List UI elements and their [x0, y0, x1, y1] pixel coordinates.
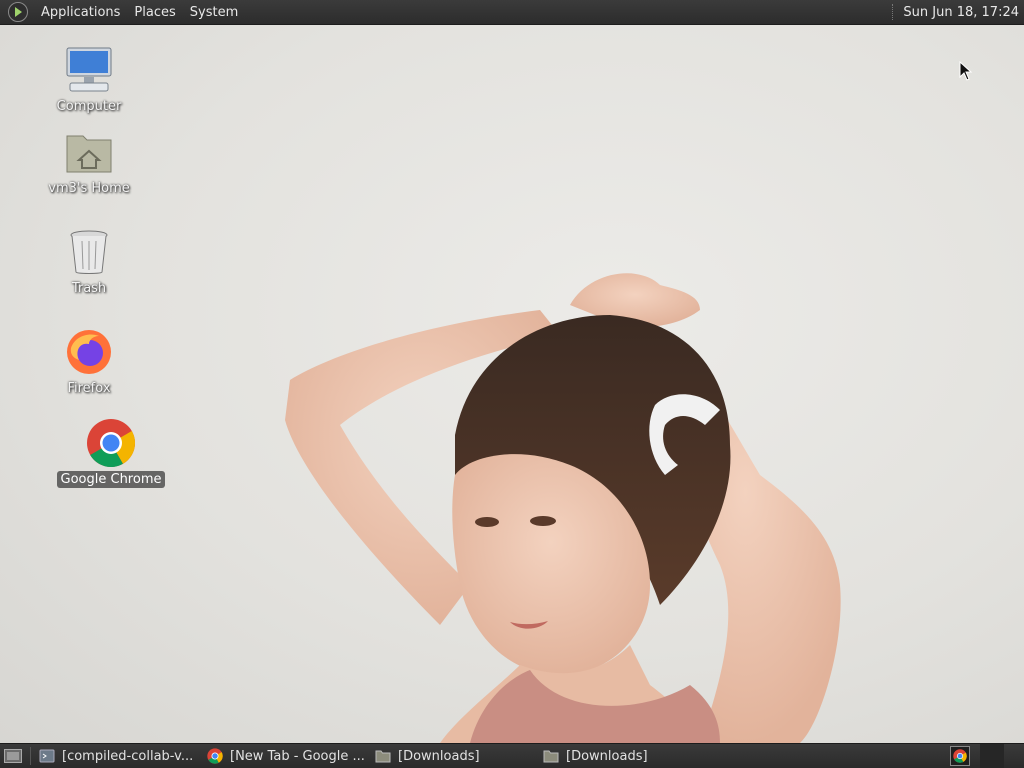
terminal-icon: [39, 748, 55, 764]
folder-icon: [375, 748, 391, 764]
show-desktop-icon: [4, 749, 22, 763]
taskbar-separator: [30, 747, 31, 765]
places-menu[interactable]: Places: [127, 5, 182, 20]
taskbar-item[interactable]: [Downloads]: [373, 745, 535, 767]
desktop-icon-label: Google Chrome: [56, 471, 166, 488]
system-tray: [950, 744, 1024, 768]
tray-chrome-icon[interactable]: [950, 746, 970, 766]
chrome-icon: [86, 418, 136, 468]
top-panel: Applications Places System Sun Jun 18, 1…: [0, 0, 1024, 25]
desktop[interactable]: Computer vm3's Home Trash Firefox Google…: [0, 25, 1024, 743]
desktop-icon-home[interactable]: vm3's Home: [34, 127, 144, 197]
desktop-icon-trash[interactable]: Trash: [34, 227, 144, 297]
desktop-icon-label: Firefox: [67, 381, 111, 396]
trash-icon: [64, 227, 114, 277]
computer-icon: [64, 45, 114, 95]
desktop-icon-chrome[interactable]: Google Chrome: [56, 418, 166, 488]
desktop-icon-label: Trash: [71, 281, 107, 296]
bottom-panel: [compiled-collab-v... [New Tab - Google …: [0, 743, 1024, 768]
taskbar-item[interactable]: [compiled-collab-v...: [37, 745, 199, 767]
taskbar-item-label: [Downloads]: [398, 748, 480, 764]
taskbar-item-label: [compiled-collab-v...: [62, 748, 194, 764]
wallpaper-image: [285, 273, 841, 743]
taskbar-item[interactable]: [Downloads]: [541, 745, 703, 767]
workspace-switcher[interactable]: [980, 744, 1004, 768]
firefox-icon: [64, 327, 114, 377]
applications-menu[interactable]: Applications: [34, 5, 127, 20]
taskbar-item-label: [New Tab - Google ...: [230, 748, 365, 764]
system-menu[interactable]: System: [183, 5, 245, 20]
show-desktop-button[interactable]: [2, 746, 24, 766]
desktop-icon-label: vm3's Home: [48, 181, 130, 196]
home-folder-icon: [64, 127, 114, 177]
desktop-icon-computer[interactable]: Computer: [34, 45, 144, 115]
taskbar-item[interactable]: [New Tab - Google ...: [205, 745, 367, 767]
clock[interactable]: Sun Jun 18, 17:24: [903, 5, 1024, 20]
desktop-icon-label: Computer: [56, 99, 122, 114]
taskbar-item-label: [Downloads]: [566, 748, 648, 764]
mouse-cursor-icon: [959, 61, 973, 81]
desktop-icon-firefox[interactable]: Firefox: [34, 327, 144, 397]
clock-separator: [892, 4, 895, 20]
main-menu-logo-icon[interactable]: [8, 2, 28, 22]
chrome-icon: [207, 748, 223, 764]
folder-icon: [543, 748, 559, 764]
